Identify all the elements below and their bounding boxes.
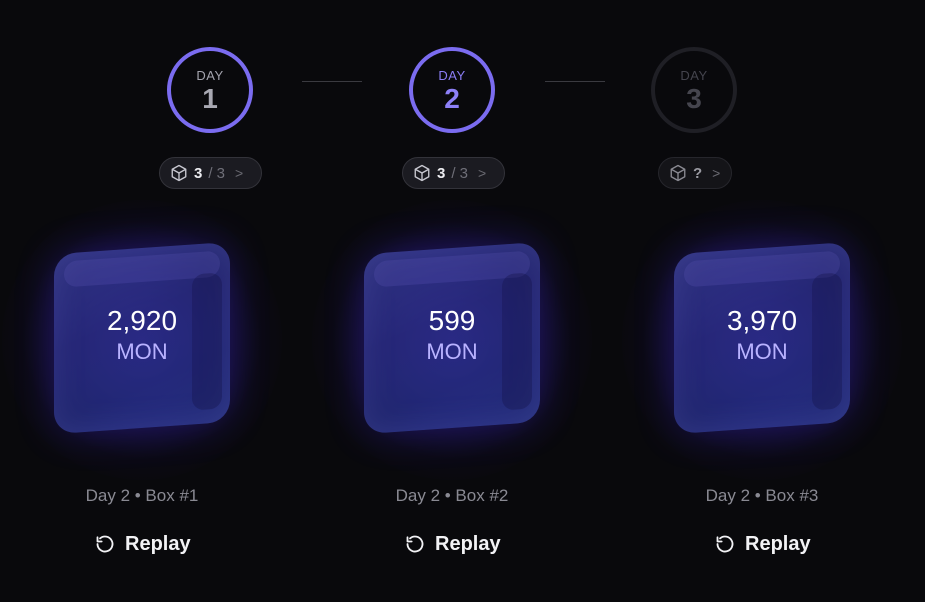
reward-currency: MON xyxy=(116,339,168,364)
box-caption: Day 2 • Box #2 xyxy=(395,486,509,505)
day-3-box-count-pill[interactable]: ? > xyxy=(658,157,732,189)
day-2-box-count-pill[interactable]: 3 / 3 > xyxy=(402,157,505,189)
day-number: 3 xyxy=(686,83,702,114)
reward-amount: 599 xyxy=(428,305,476,336)
boxes-total: / 3 xyxy=(451,164,469,182)
day-number: 1 xyxy=(202,83,218,114)
boxes-unknown-count: ? xyxy=(693,164,703,182)
box-cube-graphic xyxy=(54,241,230,435)
day-3-step: DAY 3 xyxy=(651,47,737,133)
replay-icon xyxy=(406,535,424,553)
boxes-total: / 3 xyxy=(208,164,226,182)
reward-amount: 3,970 xyxy=(726,305,798,336)
reward-currency: MON xyxy=(426,339,478,364)
replay-label: Replay xyxy=(435,532,501,555)
replay-icon xyxy=(96,535,114,553)
reward-box-3[interactable]: 3,970 MON xyxy=(622,200,902,480)
replay-button[interactable]: Replay xyxy=(95,530,191,558)
reward-currency: MON xyxy=(736,339,788,364)
box-cube-graphic xyxy=(364,241,540,435)
step-connector xyxy=(302,81,362,82)
boxes-opened-count: 3 xyxy=(437,164,446,182)
day-2-step[interactable]: DAY 2 xyxy=(409,47,495,133)
chevron-right-icon: > xyxy=(235,165,244,181)
box-cube-graphic xyxy=(674,241,850,435)
box-caption: Day 2 • Box #1 xyxy=(85,486,199,505)
box-icon xyxy=(171,164,187,182)
box-icon xyxy=(670,164,686,182)
reward-amount: 2,920 xyxy=(106,305,178,336)
chevron-right-icon: > xyxy=(712,165,721,181)
day-label: DAY xyxy=(438,68,466,83)
chevron-right-icon: > xyxy=(478,165,487,181)
replay-icon xyxy=(716,535,734,553)
replay-button[interactable]: Replay xyxy=(715,530,811,558)
day-label: DAY xyxy=(680,68,708,83)
boxes-opened-count: 3 xyxy=(194,164,203,182)
reward-box-2[interactable]: 599 MON xyxy=(312,200,592,480)
replay-label: Replay xyxy=(125,532,191,555)
day-stepper: DAY 1 DAY 2 DAY 3 3 / 3 > 3 / 3 > ? > xyxy=(0,0,925,200)
replay-button[interactable]: Replay xyxy=(405,530,501,558)
box-icon xyxy=(414,164,430,182)
box-caption: Day 2 • Box #3 xyxy=(705,486,819,505)
day-1-box-count-pill[interactable]: 3 / 3 > xyxy=(159,157,262,189)
replay-label: Replay xyxy=(745,532,811,555)
day-label: DAY xyxy=(196,68,224,83)
step-connector xyxy=(545,81,605,82)
reward-box-1[interactable]: 2,920 MON xyxy=(2,200,282,480)
day-1-step[interactable]: DAY 1 xyxy=(167,47,253,133)
day-number: 2 xyxy=(444,83,460,114)
